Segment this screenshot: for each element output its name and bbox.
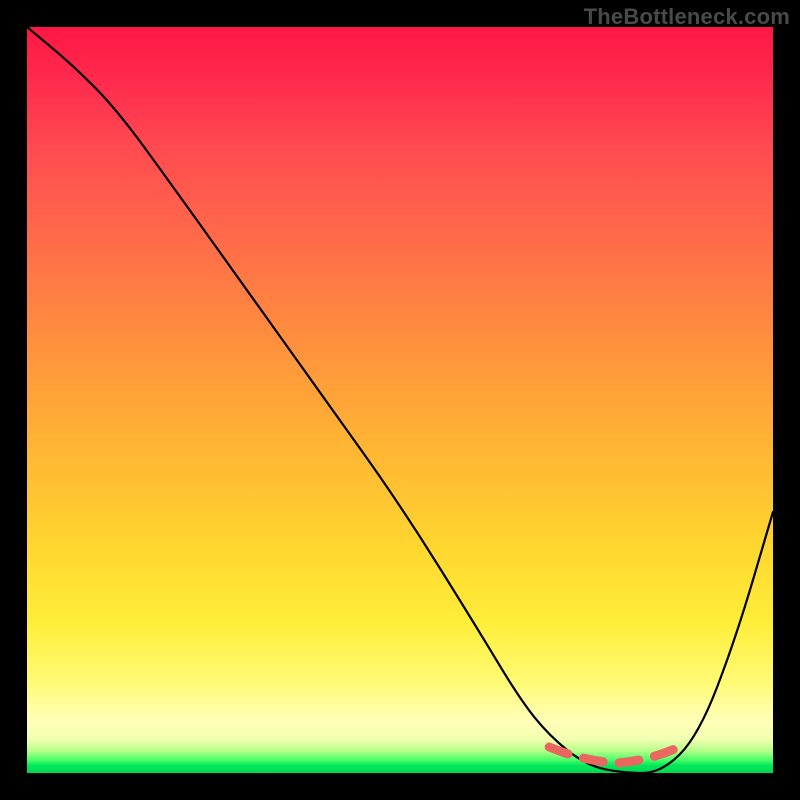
watermark-text: TheBottleneck.com: [584, 4, 790, 30]
optimal-range-marker: [549, 745, 683, 763]
chart-frame: TheBottleneck.com: [0, 0, 800, 800]
bottleneck-curve-svg: [27, 27, 773, 773]
bottleneck-curve-line: [27, 27, 773, 773]
plot-area: [27, 27, 773, 773]
